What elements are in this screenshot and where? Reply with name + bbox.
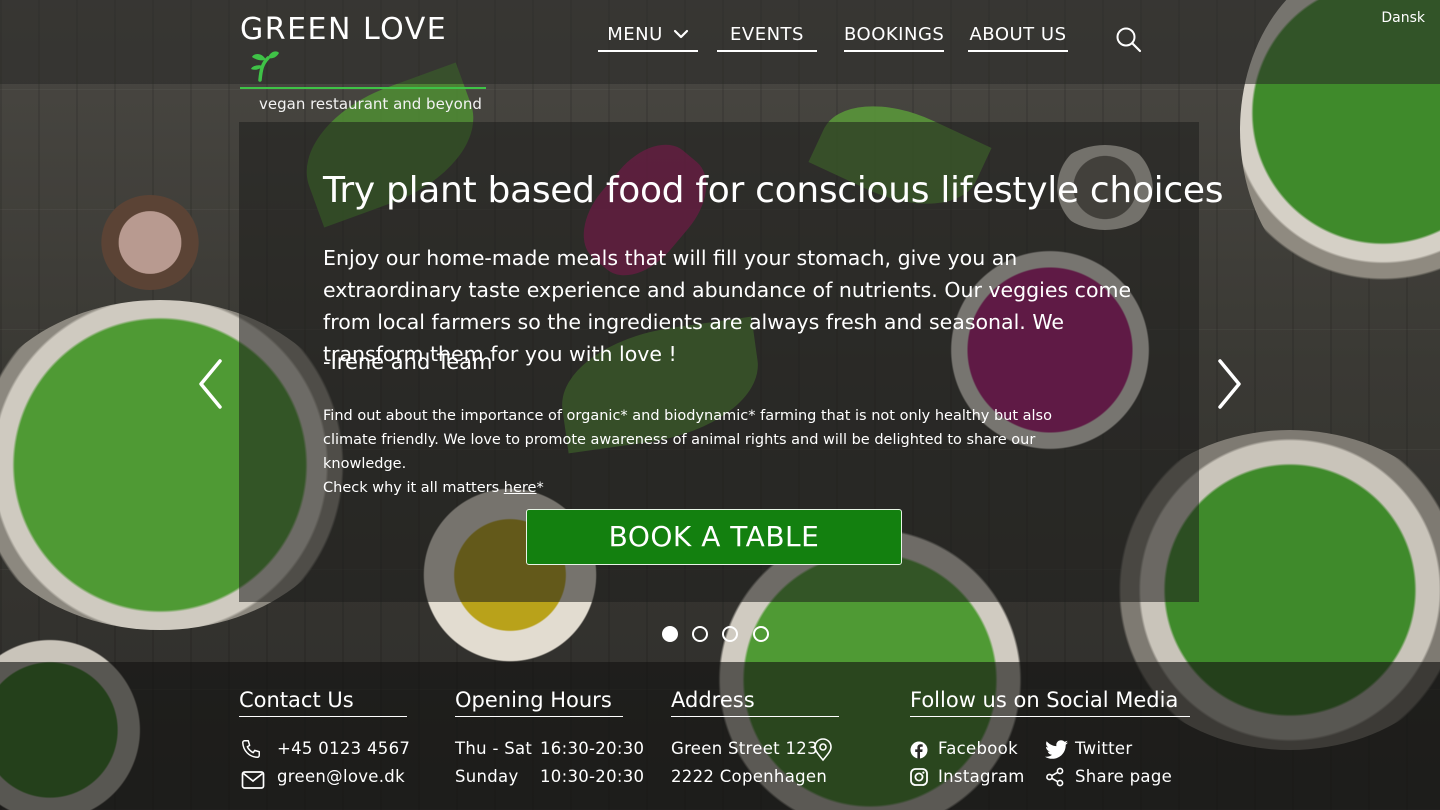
- location-pin-icon[interactable]: [813, 738, 833, 766]
- hero-panel: Try plant based food for conscious lifes…: [239, 122, 1223, 602]
- hero-info-line: Find out about the importance of organic…: [323, 408, 1052, 472]
- hero-title: Try plant based food for conscious lifes…: [323, 170, 1224, 211]
- hours-days: Thu - Sat: [455, 739, 533, 758]
- chevron-right-icon: [1218, 359, 1241, 409]
- hero-info-suffix: *: [536, 480, 544, 496]
- address-heading: Address: [671, 686, 839, 717]
- contact-phone[interactable]: +45 0123 4567: [277, 739, 410, 758]
- book-a-table-button[interactable]: BOOK A TABLE: [526, 509, 902, 565]
- social-heading: Follow us on Social Media: [910, 686, 1190, 717]
- twitter-link[interactable]: Twitter: [1075, 739, 1132, 758]
- address-street: Green Street 123: [671, 739, 818, 758]
- here-link[interactable]: here: [504, 480, 537, 496]
- nav-events[interactable]: EVENTS: [717, 22, 817, 52]
- search-icon[interactable]: [1115, 26, 1143, 54]
- site-header: GREEN LOVE vegan restaurant and beyond M…: [0, 0, 1440, 113]
- logo-underline: [240, 87, 486, 89]
- contact-email[interactable]: green@love.dk: [277, 767, 405, 786]
- footer-social: Follow us on Social Media: [910, 686, 1190, 717]
- carousel-dot[interactable]: [662, 626, 678, 642]
- address-city: 2222 Copenhagen: [671, 767, 828, 786]
- chevron-down-icon: [673, 21, 689, 47]
- facebook-link[interactable]: Facebook: [938, 739, 1018, 758]
- hero-info-prefix: Check why it all matters: [323, 480, 504, 496]
- instagram-link[interactable]: Instagram: [938, 767, 1025, 786]
- logo[interactable]: GREEN LOVE vegan restaurant and beyond: [240, 12, 486, 113]
- logo-text: GREEN LOVE: [240, 12, 448, 47]
- logo-sprout-icon: [246, 48, 280, 86]
- carousel-dot[interactable]: [753, 626, 769, 642]
- nav-about-us[interactable]: ABOUT US: [968, 22, 1068, 52]
- language-switch[interactable]: Dansk: [1381, 10, 1425, 26]
- contact-heading: Contact Us: [239, 686, 407, 717]
- carousel-prev-button[interactable]: [196, 358, 226, 410]
- carousel-dot[interactable]: [692, 626, 708, 642]
- hours-time: 16:30-20:30: [540, 739, 645, 758]
- nav-menu[interactable]: MENU: [598, 22, 698, 52]
- hero-signature: -Irene and Team: [323, 350, 493, 374]
- site-footer: Contact Us +45 0123 4567 green@love.dk O…: [0, 662, 1440, 810]
- chevron-left-icon: [199, 359, 222, 409]
- share-page-link[interactable]: Share page: [1075, 767, 1172, 786]
- footer-hours: Opening Hours: [455, 686, 623, 717]
- carousel-dot[interactable]: [722, 626, 738, 642]
- nav-bookings[interactable]: BOOKINGS: [844, 22, 944, 52]
- instagram-icon[interactable]: [910, 768, 928, 790]
- hours-heading: Opening Hours: [455, 686, 623, 717]
- facebook-icon[interactable]: [910, 741, 928, 763]
- footer-address: Address: [671, 686, 839, 717]
- logo-tagline: vegan restaurant and beyond: [259, 95, 482, 113]
- mail-icon: [241, 770, 265, 794]
- twitter-icon[interactable]: [1045, 740, 1069, 764]
- share-icon[interactable]: [1045, 767, 1065, 791]
- footer-contact: Contact Us: [239, 686, 407, 717]
- hours-days: Sunday: [455, 767, 519, 786]
- nav-menu-label: MENU: [607, 24, 663, 45]
- phone-icon: [240, 738, 262, 764]
- hours-time: 10:30-20:30: [540, 767, 645, 786]
- hero-info-text: Find out about the importance of organic…: [323, 404, 1103, 500]
- carousel-next-button[interactable]: [1214, 358, 1244, 410]
- bowl-decoration: [100, 195, 200, 290]
